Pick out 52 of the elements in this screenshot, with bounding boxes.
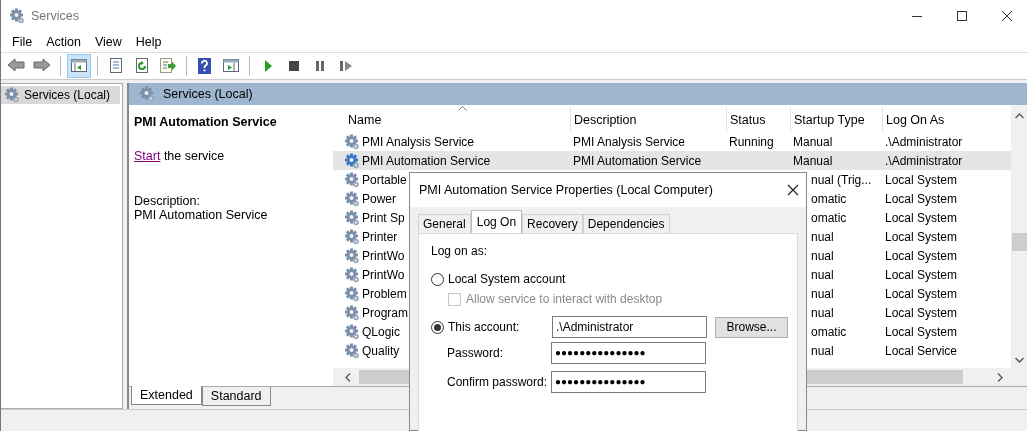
option-label: Allow service to interact with desktop [466, 292, 663, 306]
service-name: Problem [362, 286, 407, 301]
window-title: Services [31, 9, 79, 23]
table-cell: Manual [793, 134, 833, 149]
service-title: PMI Automation Service [134, 115, 278, 131]
table-cell: nual [811, 248, 834, 263]
service-name: Power [362, 191, 396, 206]
table-cell: Local System [885, 229, 958, 244]
table-cell: nual [811, 305, 834, 320]
service-name: Program [362, 305, 408, 320]
service-name: PrintWo [362, 267, 405, 282]
field-label: Confirm password: [447, 374, 549, 389]
table-cell: Local System [885, 248, 958, 263]
service-name: PMI Analysis Service [362, 134, 475, 149]
field-label: Password: [447, 345, 505, 360]
table-cell: nual [811, 229, 834, 244]
table-cell: omatic [811, 324, 847, 339]
table-cell: PMI Analysis Service [573, 134, 686, 149]
table-cell: Local System [885, 210, 958, 225]
table-cell: Local Service [885, 343, 958, 358]
table-cell: Local System [885, 191, 958, 206]
start-service-text: Start the service [134, 149, 226, 165]
table-cell: omatic [811, 210, 847, 225]
service-name: Print Sp [362, 210, 405, 225]
table-cell: Local System [885, 324, 958, 339]
service-name: PrintWo [362, 248, 405, 263]
table-cell: Running [729, 134, 774, 149]
table-cell: PMI Automation Service [573, 153, 702, 168]
table-cell: Local System [885, 286, 958, 301]
table-cell: nual [811, 343, 834, 358]
table-cell: nual [811, 267, 834, 282]
table-cell: Local System [885, 172, 958, 187]
table-cell: Manual [793, 153, 833, 168]
service-name: Portable [362, 172, 407, 187]
table-cell: nual [811, 286, 834, 301]
table-cell: .\Administrator [885, 153, 963, 168]
table-cell: Local System [885, 267, 958, 282]
option-label: This account: [448, 320, 521, 334]
table-cell: .\Administrator [885, 134, 963, 149]
service-name: QLogic [362, 324, 401, 339]
service-name: PMI Automation Service [362, 153, 491, 168]
description-label: Description: [134, 194, 201, 208]
description-text: PMI Automation Service [134, 208, 269, 222]
service-name: Printer [362, 229, 398, 244]
table-cell: nual (Trig... [811, 172, 872, 187]
table-cell: Local System [885, 305, 958, 320]
log-on-label: Log on as: [431, 244, 489, 258]
dialog-title: PMI Automation Service Properties (Local Computer) [419, 183, 713, 197]
option-label: Local System account [448, 272, 566, 286]
service-name: Quality [362, 343, 400, 358]
table-cell: omatic [811, 191, 847, 206]
pane-title: Services (Local) [163, 87, 253, 101]
